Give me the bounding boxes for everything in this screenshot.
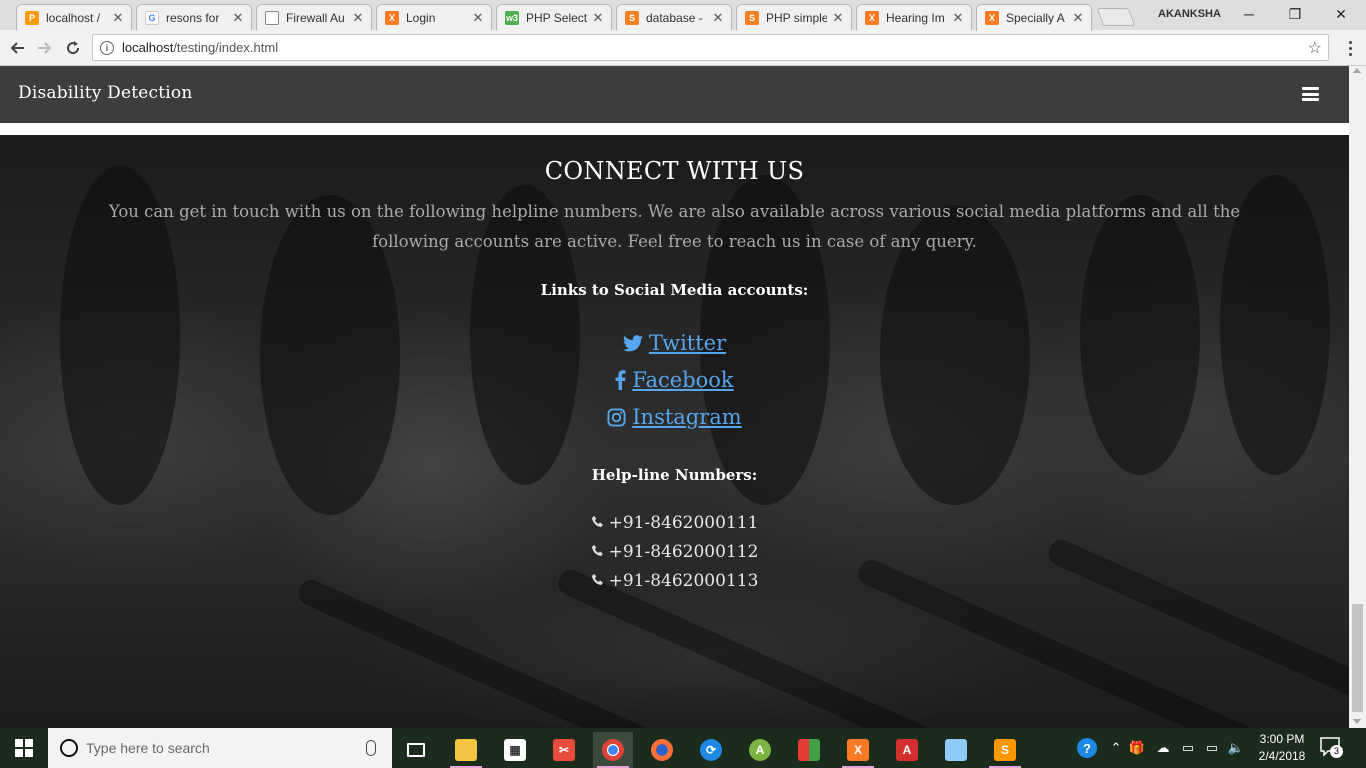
taskbar-clock[interactable]: 3:00 PM 2/4/2018 (1250, 731, 1314, 765)
browser-tab[interactable]: S PHP simple ✕ (736, 4, 852, 30)
close-icon[interactable]: ✕ (231, 10, 245, 26)
sublime-text-icon[interactable]: S (985, 732, 1025, 768)
forward-arrow-icon[interactable] (34, 37, 56, 59)
acrobat-icon[interactable]: A (887, 732, 927, 768)
twitter-icon (622, 334, 643, 352)
browser-tab[interactable]: X Login ✕ (376, 4, 492, 30)
xampp-icon: X (985, 11, 999, 25)
facebook-icon (615, 370, 626, 390)
helpline-title: Help-line Numbers: (591, 466, 758, 484)
help-icon[interactable]: ? (1074, 728, 1100, 768)
apps-grid-icon[interactable] (789, 732, 829, 768)
snipping-tool-icon[interactable]: ✂ (544, 732, 584, 768)
window-close-icon[interactable]: ✕ (1318, 0, 1364, 28)
task-view-icon[interactable] (396, 732, 436, 768)
url-text[interactable]: localhost/testing/index.html (122, 40, 1308, 55)
phone-icon (591, 572, 605, 592)
firefox-icon[interactable] (642, 732, 682, 768)
notification-count: 3 (1330, 745, 1343, 758)
store-icon[interactable]: ▦ (495, 732, 535, 768)
page-icon (265, 10, 279, 25)
hamburger-menu-icon[interactable] (1302, 87, 1319, 101)
close-icon[interactable]: ✕ (591, 10, 605, 26)
minimize-icon[interactable]: ─ (1226, 0, 1272, 28)
social-link-row: Instagram (0, 405, 1349, 432)
facebook-link[interactable]: Facebook (615, 368, 734, 392)
chrome-icon[interactable] (593, 732, 633, 768)
section-heading: CONNECT WITH US (544, 157, 805, 185)
taskbar-search[interactable]: Type here to search (48, 728, 392, 768)
xampp-icon: X (865, 10, 879, 25)
stackoverflow-icon: S (625, 10, 639, 25)
section-intro: You can get in touch with us on the foll… (108, 202, 1241, 251)
close-icon[interactable]: ✕ (351, 10, 365, 26)
onedrive-icon[interactable]: ☁ (1152, 728, 1174, 768)
xampp-icon[interactable]: X (838, 732, 878, 768)
bookmark-star-icon[interactable]: ☆ (1308, 38, 1322, 58)
close-icon[interactable]: ✕ (831, 10, 845, 26)
back-arrow-icon[interactable] (6, 37, 28, 59)
info-icon[interactable]: i (100, 40, 114, 55)
new-tab-button[interactable] (1096, 8, 1136, 26)
helpline-number: +91-8462000111 (0, 513, 1349, 534)
site-navbar: Disability Detection (0, 66, 1349, 123)
gift-icon[interactable]: 🎁 (1128, 728, 1146, 768)
tray-chevron-icon[interactable]: ⌃ (1108, 728, 1124, 768)
windows-taskbar: Type here to search ▦ ✂ ⟳ A X A S ? ⌃ 🎁 … (0, 728, 1366, 768)
cortana-icon (60, 739, 78, 757)
action-center-icon[interactable]: 3 (1318, 736, 1348, 760)
stackoverflow-icon: S (745, 10, 759, 25)
reload-icon[interactable] (62, 37, 84, 59)
close-icon[interactable]: ✕ (951, 10, 965, 26)
sync-app-icon[interactable]: ⟳ (691, 732, 731, 768)
browser-toolbar: i localhost/testing/index.html ☆ (0, 30, 1366, 66)
browser-menu-icon[interactable] (1343, 37, 1357, 59)
notepad-icon[interactable] (936, 732, 976, 768)
social-link-row: Twitter (0, 331, 1349, 357)
instagram-icon (607, 407, 626, 427)
browser-tab[interactable]: w3 PHP Select ✕ (496, 4, 612, 30)
phpmyadmin-icon: P (25, 10, 39, 25)
page-scrollbar[interactable] (1349, 66, 1366, 728)
site-brand[interactable]: Disability Detection (18, 83, 193, 103)
network-icon[interactable]: ▭ (1178, 728, 1198, 768)
close-icon[interactable]: ✕ (111, 10, 125, 26)
windows-start-icon[interactable] (0, 728, 48, 768)
scroll-up-icon[interactable] (1353, 68, 1361, 73)
hero-background-image: CONNECT WITH US You can get in touch wit… (0, 135, 1349, 728)
scroll-down-icon[interactable] (1353, 719, 1361, 724)
phone-icon (591, 514, 605, 534)
page-viewport: Disability Detection CONNECT WITH US You… (0, 66, 1349, 728)
social-link-row: Facebook (0, 368, 1349, 395)
google-icon: G (145, 10, 159, 25)
profile-name[interactable]: AKANKSHA (1158, 8, 1221, 20)
instagram-link[interactable]: Instagram (607, 405, 742, 429)
twitter-link[interactable]: Twitter (622, 331, 726, 355)
helpline-number: +91-8462000112 (0, 542, 1349, 563)
browser-tab[interactable]: P localhost / ✕ (16, 4, 132, 30)
browser-tab[interactable]: G resons for ✕ (136, 4, 252, 30)
battery-icon[interactable]: ▭ (1202, 728, 1222, 768)
browser-tab[interactable]: S database - ✕ (616, 4, 732, 30)
file-explorer-icon[interactable] (446, 732, 486, 768)
scrollbar-thumb[interactable] (1352, 604, 1363, 712)
w3-icon: w3 (505, 10, 519, 25)
phone-icon (591, 543, 605, 563)
android-studio-icon[interactable]: A (740, 732, 780, 768)
restore-icon[interactable]: ❐ (1272, 0, 1318, 28)
close-icon[interactable]: ✕ (471, 10, 485, 26)
helpline-number: +91-8462000113 (0, 571, 1349, 592)
close-icon[interactable]: ✕ (711, 10, 725, 26)
address-bar[interactable]: i localhost/testing/index.html ☆ (92, 34, 1329, 61)
close-icon[interactable]: ✕ (1071, 10, 1085, 26)
browser-tab-active[interactable]: X Specially A ✕ (976, 4, 1092, 31)
browser-tab-strip: P localhost / ✕ G resons for ✕ Firewall … (0, 0, 1366, 31)
xampp-icon: X (385, 10, 399, 25)
browser-tab[interactable]: X Hearing Im ✕ (856, 4, 972, 30)
browser-tab[interactable]: Firewall Au ✕ (256, 4, 372, 30)
social-links-title: Links to Social Media accounts: (540, 281, 809, 299)
microphone-icon[interactable] (366, 740, 376, 756)
volume-icon[interactable]: 🔈 (1226, 728, 1246, 768)
